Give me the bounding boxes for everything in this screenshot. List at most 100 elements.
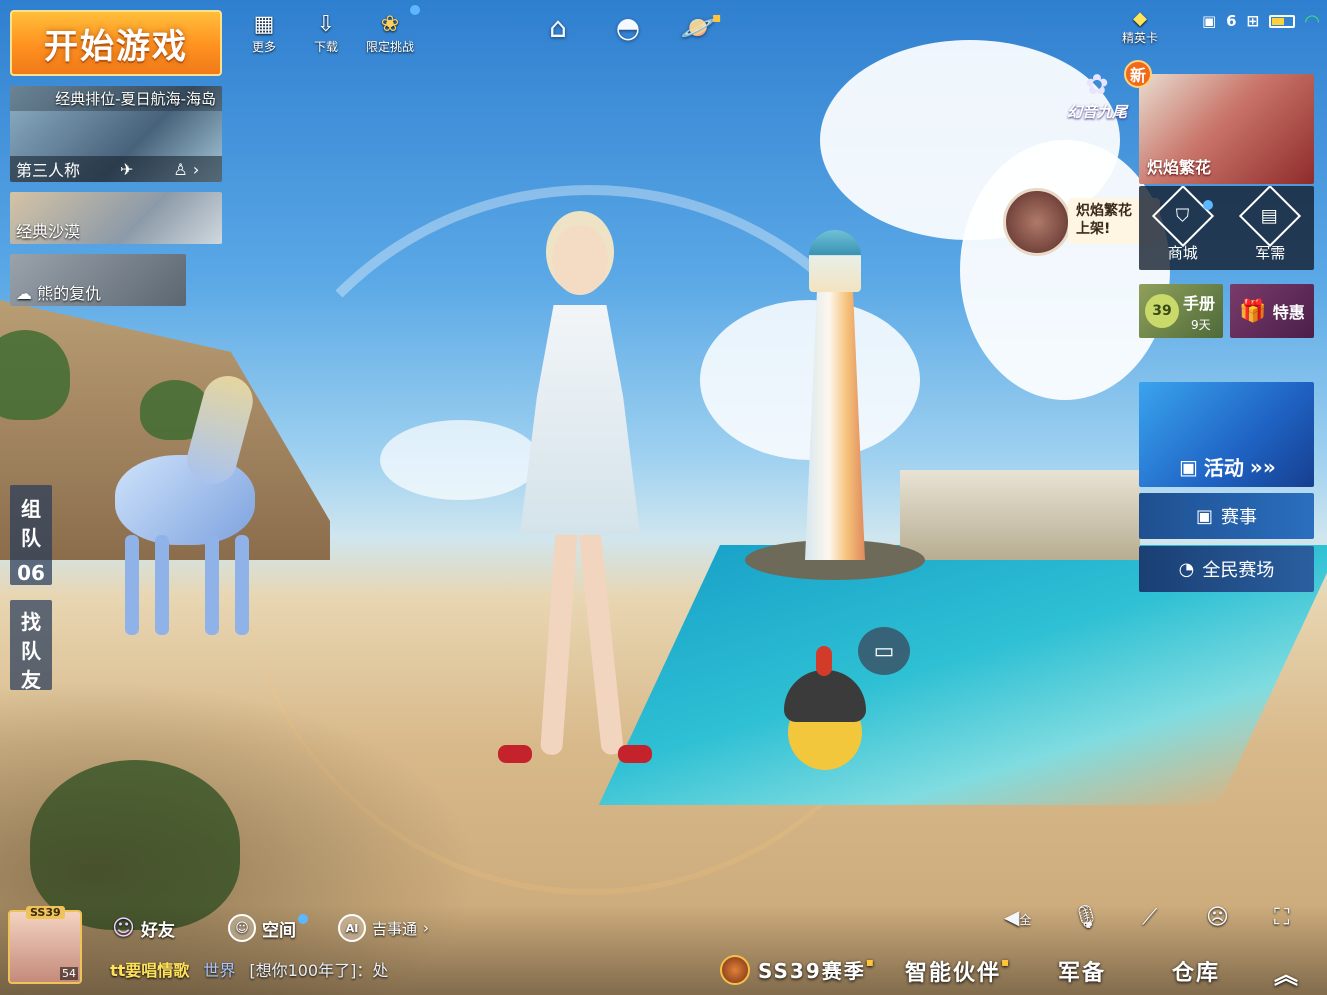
shop-panel: ⛉ 商城 ▤ 军需	[1139, 186, 1314, 270]
unicorn-mount	[95, 365, 270, 640]
flame-flower-banner[interactable]: 炽焰繁花	[1139, 74, 1314, 184]
smart-partner-tab[interactable]: 智能伙伴▪	[905, 955, 1011, 987]
fullscreen-icon[interactable]: ⛶	[1274, 905, 1289, 930]
volume-label: 全	[1019, 913, 1032, 927]
special-deals-button[interactable]: 🎁 特惠	[1230, 284, 1314, 338]
activity-label: 活动	[1203, 456, 1244, 480]
season-emblem-icon	[720, 955, 750, 985]
download-button[interactable]: ⇩ 下载	[296, 12, 356, 55]
wifi-icon: ◠	[1305, 10, 1319, 32]
tournament-button[interactable]: ▣ 赛事	[1139, 493, 1314, 539]
chat-line[interactable]: tt要唱情歌 世界 [想你100年了]：处	[110, 957, 388, 981]
expand-up-icon[interactable]: ︽	[1274, 955, 1300, 990]
banner-title: 炽焰繁花	[1147, 158, 1212, 177]
lighthouse	[745, 230, 925, 580]
tournament-label: 赛事	[1221, 507, 1257, 528]
download-label: 下载	[313, 40, 338, 54]
military-supply-button[interactable]: ▤ 军需	[1227, 186, 1315, 270]
activity-icon: ▣	[1179, 454, 1198, 479]
manual-days: 9天	[1191, 318, 1211, 332]
perspective-label: 第三人称	[16, 161, 81, 180]
space-icon: ☺	[228, 914, 256, 942]
weapon-skin-avatar[interactable]	[1003, 188, 1071, 256]
volume-button[interactable]: ◀全	[1004, 905, 1031, 929]
team-panel[interactable]: 组 队 06	[10, 485, 52, 585]
gift-icon: ▪	[1001, 955, 1012, 969]
friends-button[interactable]: ☺ 好友	[112, 912, 175, 944]
emote-icon[interactable]: ☹	[1206, 905, 1229, 930]
bottom-bar	[0, 905, 1327, 995]
diamond-icon: ◆	[1133, 8, 1147, 29]
crate-icon: ▤	[1261, 204, 1279, 226]
plane-icon: ✈	[120, 159, 134, 179]
gift-box-icon: 🎁	[1239, 298, 1267, 324]
mall-button[interactable]: ⛉ 商城	[1139, 186, 1227, 270]
more-button[interactable]: ▦ 更多	[234, 12, 294, 55]
arena-icon: ◔	[1178, 558, 1195, 580]
friends-label: 好友	[140, 920, 175, 941]
status-bar: ▣ 6 ⊞ ◠	[1202, 8, 1319, 34]
event-name: 幻音九尾	[1066, 103, 1127, 121]
deals-label: 特惠	[1272, 303, 1305, 322]
chevron-right-icon: ›	[423, 919, 430, 937]
find-char: 队	[21, 639, 41, 663]
partner-label: 智能伙伴	[905, 961, 1002, 986]
elite-card-button[interactable]: ◆ 精英卡	[1116, 8, 1164, 46]
helmet-icon[interactable]: ◓	[608, 10, 648, 46]
player-name: tt要唱情歌	[110, 961, 190, 980]
challenge-icon: ❀	[380, 12, 400, 37]
equipment-label: 军备	[1058, 961, 1107, 986]
warehouse-label: 仓库	[1172, 961, 1221, 986]
chat-message: [想你100年了]：处	[249, 961, 389, 980]
find-char: 找	[21, 610, 41, 634]
team-char: 队	[21, 526, 41, 550]
bear-icon: ☁	[16, 284, 32, 303]
find-char: 友	[21, 668, 41, 692]
speaker-icon: ◀	[1004, 905, 1020, 929]
challenge-label: 限定挑战	[365, 40, 414, 54]
chat-channel: 世界	[203, 961, 236, 980]
team-count: 06	[17, 561, 45, 585]
mode-card-bear-revenge[interactable]: ☁ 熊的复仇	[10, 254, 186, 306]
manual-button[interactable]: 39 手册 9天	[1139, 284, 1223, 338]
wand-icon[interactable]: ⟋	[1142, 905, 1157, 930]
player-level: 54	[60, 967, 78, 980]
chat-bubble-icon[interactable]: ▭	[858, 627, 910, 675]
pet-chick[interactable]	[780, 640, 870, 780]
player-character[interactable]	[490, 225, 670, 775]
gift-icon: ▪	[865, 955, 876, 969]
arena-button[interactable]: ◔ 全民赛场	[1139, 546, 1314, 592]
warehouse-tab[interactable]: 仓库	[1172, 955, 1220, 987]
manual-level-badge: 39	[1145, 294, 1179, 328]
season-tab[interactable]: SS39赛季▪	[758, 955, 876, 984]
notification-dot	[410, 5, 420, 15]
mode-card-classic[interactable]: 经典排位-夏日航海-海岛 第三人称 ✈ ♙ ›	[10, 86, 222, 182]
elite-card-label: 精英卡	[1121, 31, 1158, 45]
activity-banner[interactable]: ▣ 活动 »»	[1139, 382, 1314, 487]
gift-icon: ▪	[712, 10, 722, 26]
town-building	[900, 470, 1140, 560]
notification-dot	[1203, 200, 1213, 210]
team-char: 组	[21, 497, 41, 521]
mode-card-desert[interactable]: 经典沙漠	[10, 192, 222, 244]
assistant-button[interactable]: AI 吉事通 ›	[338, 912, 429, 944]
equipment-tab[interactable]: 军备	[1058, 955, 1106, 987]
add-icon[interactable]: ⊞	[1247, 12, 1260, 30]
home-icon[interactable]: ⌂	[538, 10, 578, 46]
download-icon: ⇩	[316, 12, 336, 37]
limited-challenge-button[interactable]: ❀ 限定挑战	[360, 12, 420, 55]
manual-label: 手册	[1183, 294, 1216, 313]
person-icon: ♙ ›	[173, 159, 200, 179]
start-game-button[interactable]: 开始游戏	[10, 10, 222, 76]
player-avatar[interactable]: SS39 54	[8, 906, 82, 984]
notification-dot	[298, 914, 308, 924]
mode-title: 经典沙漠	[16, 222, 81, 241]
find-teammate-panel[interactable]: 找 队 友	[10, 600, 52, 692]
mode-title: ☁ 熊的复仇	[16, 284, 102, 303]
tournament-icon: ▣	[1195, 505, 1213, 527]
assistant-label: 吉事通	[372, 919, 418, 938]
mic-icon[interactable]: 🎙	[1072, 905, 1100, 930]
arrows-icon: »»	[1249, 454, 1276, 479]
space-label: 空间	[262, 920, 296, 941]
space-button[interactable]: ☺ 空间	[228, 912, 296, 944]
